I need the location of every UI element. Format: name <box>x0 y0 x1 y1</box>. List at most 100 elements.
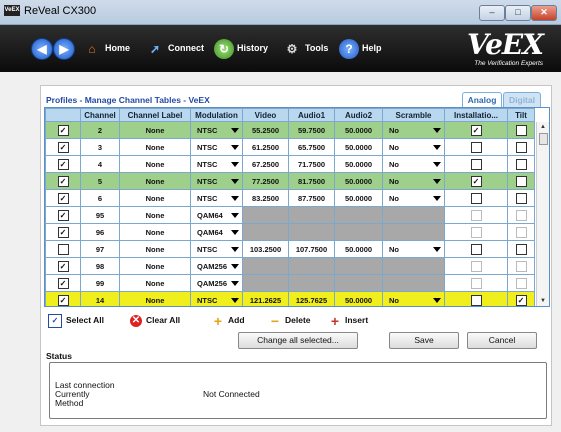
dropdown-arrow-icon[interactable] <box>231 144 239 150</box>
modulation-select[interactable]: NTSC <box>190 172 243 190</box>
maximize-button[interactable]: □ <box>505 5 531 21</box>
dropdown-arrow-icon[interactable] <box>231 280 239 286</box>
table-row[interactable]: ✓ 98 None QAM256 <box>45 257 535 275</box>
modulation-select[interactable]: QAM64 <box>190 223 243 241</box>
row-select-checkbox[interactable]: ✓ <box>57 175 69 187</box>
close-button[interactable]: ✕ <box>531 5 557 21</box>
installation-cell[interactable] <box>444 291 508 306</box>
add-button[interactable]: + Add <box>212 313 245 328</box>
installation-cell[interactable] <box>444 138 508 156</box>
dropdown-arrow-icon[interactable] <box>231 127 239 133</box>
table-scrollbar[interactable]: ▲ ▼ <box>536 122 549 306</box>
tilt-cell[interactable] <box>507 274 535 292</box>
dropdown-arrow-icon[interactable] <box>231 229 239 235</box>
scramble-select[interactable]: No <box>382 155 445 173</box>
clear-all-button[interactable]: ✕ Clear All <box>130 313 180 327</box>
dropdown-arrow-icon[interactable] <box>231 263 239 269</box>
tab-analog[interactable]: Analog <box>462 92 502 107</box>
channel-label-cell[interactable]: None <box>119 240 191 258</box>
scramble-select[interactable]: No <box>382 189 445 207</box>
toolbar-history[interactable]: ↻ History <box>214 37 268 61</box>
channel-cell[interactable]: 97 <box>80 240 120 258</box>
modulation-select[interactable]: NTSC <box>190 155 243 173</box>
change-all-selected-button[interactable]: Change all selected... <box>238 332 358 349</box>
channel-label-cell[interactable]: None <box>119 138 191 156</box>
installation-cell[interactable] <box>444 155 508 173</box>
installation-cell[interactable] <box>444 257 508 275</box>
back-button[interactable]: ◀ <box>31 38 53 60</box>
channel-cell[interactable]: 3 <box>80 138 120 156</box>
row-select-checkbox[interactable]: ✓ <box>57 192 69 204</box>
table-row[interactable]: ✓ 6 None NTSC 83.2500 87.7500 50.0000 No <box>45 189 535 207</box>
tilt-cell[interactable] <box>507 121 535 139</box>
video-cell[interactable]: 55.2500 <box>242 121 289 139</box>
modulation-select[interactable]: QAM256 <box>190 274 243 292</box>
tilt-checkbox[interactable] <box>515 124 527 136</box>
channel-cell[interactable]: 14 <box>80 291 120 306</box>
modulation-select[interactable]: QAM256 <box>190 257 243 275</box>
tilt-cell[interactable] <box>507 189 535 207</box>
dropdown-arrow-icon[interactable] <box>433 246 441 252</box>
scroll-up-icon[interactable]: ▲ <box>537 122 549 132</box>
installation-checkbox[interactable] <box>470 294 482 306</box>
tilt-cell[interactable] <box>507 206 535 224</box>
video-cell[interactable]: 61.2500 <box>242 138 289 156</box>
audio2-cell[interactable]: 50.0000 <box>334 155 383 173</box>
row-select-checkbox[interactable]: ✓ <box>57 141 69 153</box>
dropdown-arrow-icon[interactable] <box>231 246 239 252</box>
dropdown-arrow-icon[interactable] <box>231 178 239 184</box>
toolbar-tools[interactable]: ⚙ Tools <box>282 37 329 61</box>
channel-label-cell[interactable]: None <box>119 257 191 275</box>
row-select-cell[interactable]: ✓ <box>45 223 81 241</box>
audio2-cell[interactable]: 50.0000 <box>334 189 383 207</box>
row-select-checkbox[interactable]: ✓ <box>57 226 69 238</box>
row-select-checkbox[interactable]: ✓ <box>57 209 69 221</box>
video-cell[interactable]: 83.2500 <box>242 189 289 207</box>
column-header[interactable] <box>45 108 81 122</box>
channel-cell[interactable]: 5 <box>80 172 120 190</box>
tilt-cell[interactable]: ✓ <box>507 291 535 306</box>
channel-label-cell[interactable]: None <box>119 274 191 292</box>
tilt-checkbox[interactable] <box>515 158 527 170</box>
modulation-select[interactable]: NTSC <box>190 291 243 306</box>
table-row[interactable]: ✓ 3 None NTSC 61.2500 65.7500 50.0000 No <box>45 138 535 156</box>
table-row[interactable]: ✓ 14 None NTSC 121.2625 125.7625 50.0000 No ✓ <box>45 291 535 306</box>
forward-button[interactable]: ▶ <box>53 38 75 60</box>
installation-checkbox[interactable] <box>470 141 482 153</box>
audio2-cell[interactable]: 50.0000 <box>334 172 383 190</box>
row-select-cell[interactable]: ✓ <box>45 274 81 292</box>
dropdown-arrow-icon[interactable] <box>433 144 441 150</box>
tilt-checkbox[interactable]: ✓ <box>515 294 527 306</box>
tab-digital[interactable]: Digital <box>503 92 541 107</box>
installation-cell[interactable] <box>444 206 508 224</box>
select-all-button[interactable]: ✓ Select All <box>48 313 104 328</box>
row-select-cell[interactable]: ✓ <box>45 257 81 275</box>
cancel-button[interactable]: Cancel <box>467 332 537 349</box>
audio1-cell[interactable]: 87.7500 <box>288 189 335 207</box>
channel-cell[interactable]: 95 <box>80 206 120 224</box>
audio1-cell[interactable]: 65.7500 <box>288 138 335 156</box>
toolbar-home[interactable]: ⌂ Home <box>82 37 130 61</box>
audio2-cell[interactable]: 50.0000 <box>334 291 383 306</box>
tilt-checkbox[interactable] <box>515 192 527 204</box>
audio1-cell[interactable]: 71.7500 <box>288 155 335 173</box>
installation-checkbox[interactable]: ✓ <box>470 124 482 136</box>
modulation-select[interactable]: NTSC <box>190 240 243 258</box>
toolbar-connect[interactable]: ➚ Connect <box>145 37 204 61</box>
channel-cell[interactable]: 4 <box>80 155 120 173</box>
tilt-cell[interactable] <box>507 172 535 190</box>
column-header[interactable]: Scramble <box>382 108 445 122</box>
row-select-checkbox[interactable] <box>57 243 69 255</box>
table-row[interactable]: ✓ 96 None QAM64 <box>45 223 535 241</box>
dropdown-arrow-icon[interactable] <box>231 297 239 303</box>
channel-label-cell[interactable]: None <box>119 189 191 207</box>
column-header[interactable]: Video <box>242 108 289 122</box>
column-header[interactable]: Audio2 <box>334 108 383 122</box>
channel-label-cell[interactable]: None <box>119 291 191 306</box>
row-select-checkbox[interactable]: ✓ <box>57 158 69 170</box>
column-header[interactable]: Modulation <box>190 108 243 122</box>
channel-cell[interactable]: 96 <box>80 223 120 241</box>
insert-button[interactable]: + Insert <box>329 313 368 328</box>
video-cell[interactable]: 77.2500 <box>242 172 289 190</box>
installation-cell[interactable]: ✓ <box>444 172 508 190</box>
